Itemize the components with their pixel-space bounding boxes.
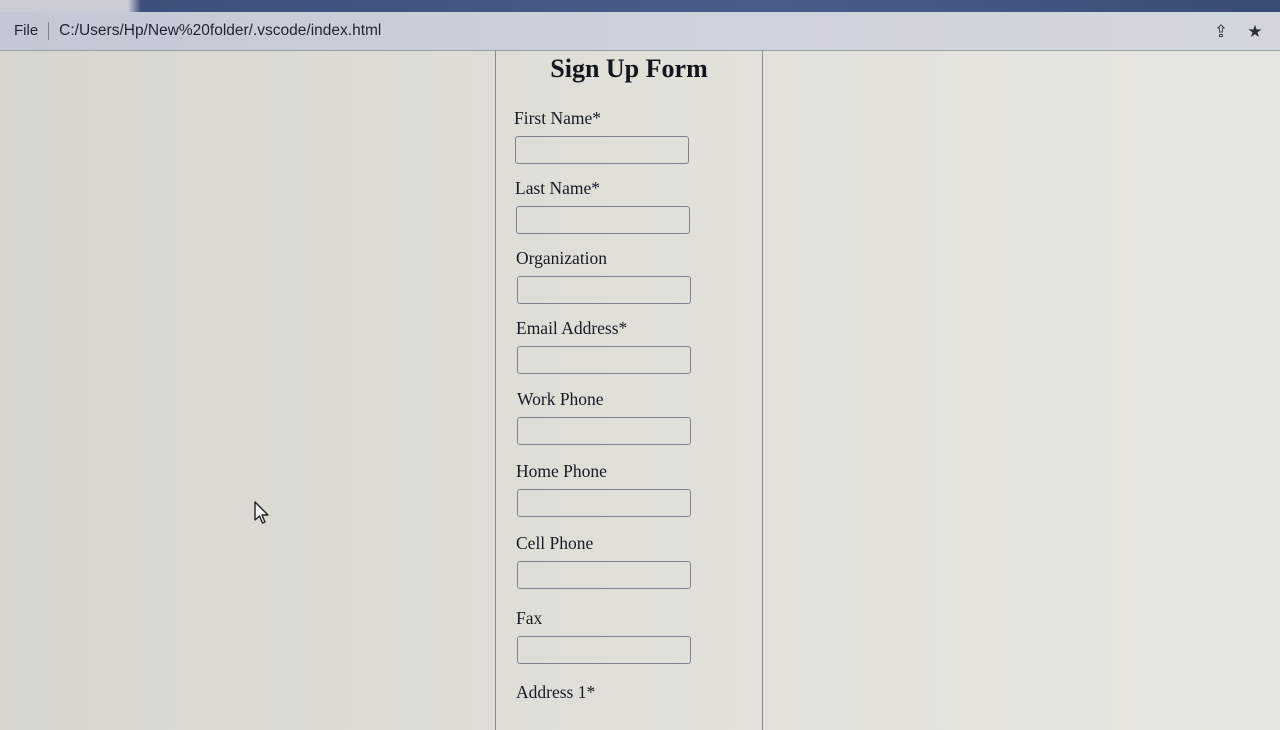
fax-label: Fax [516,608,543,628]
address-1-label: Address 1* [516,682,596,702]
home-phone-label: Home Phone [516,461,607,481]
first-name-label: First Name* [514,108,602,128]
organization-input[interactable] [517,276,691,304]
browser-top-strip [0,0,1280,12]
star-icon[interactable]: ★ [1245,22,1265,42]
share-icon[interactable]: ⇪ [1211,22,1231,42]
email-input[interactable] [517,346,691,374]
mouse-cursor-icon [254,501,269,524]
last-name-label: Last Name* [515,178,601,198]
home-phone-input[interactable] [517,489,691,517]
work-phone-input[interactable] [517,417,691,445]
email-label: Email Address* [516,318,628,338]
work-phone-label: Work Phone [517,389,604,409]
url-text[interactable]: C:/Users/Hp/New%20folder/.vscode/index.h… [59,22,381,40]
first-name-input[interactable] [515,136,689,164]
organization-label: Organization [516,248,608,268]
fax-input[interactable] [517,636,691,664]
cell-phone-label: Cell Phone [516,533,594,553]
cell-phone-input[interactable] [517,561,691,589]
form-title: Sign Up Form [550,54,708,83]
form-panel: Sign Up Form First Name* Last Name* Orga… [495,50,763,730]
file-chip[interactable]: File [0,22,50,40]
address-bar[interactable]: File C:/Users/Hp/New%20folder/.vscode/in… [0,12,1280,51]
last-name-input[interactable] [516,206,690,234]
